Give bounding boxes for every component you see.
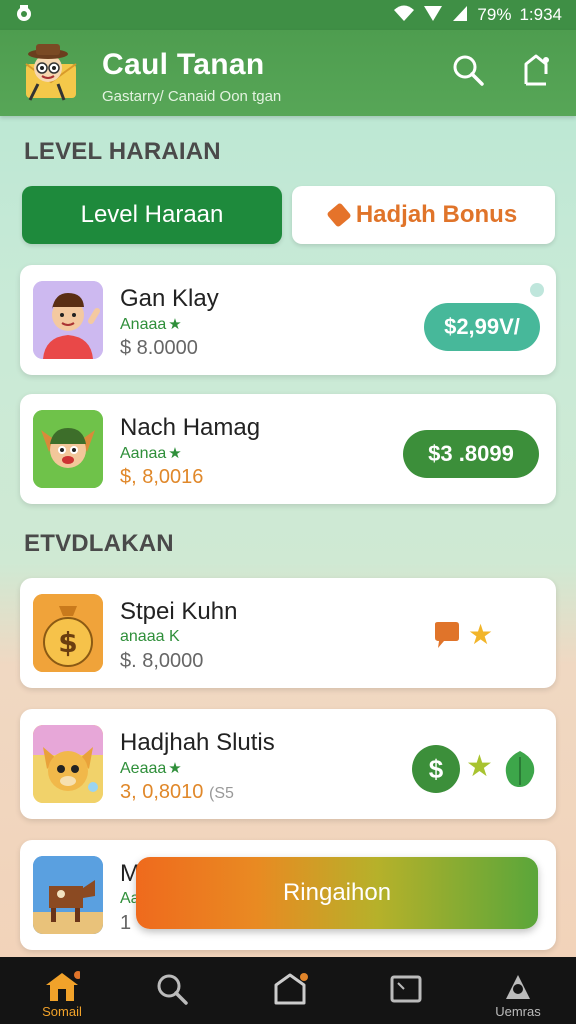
- clock: 1:934: [519, 5, 562, 24]
- price-button[interactable]: $2,99V/: [424, 303, 540, 351]
- item-price: $. 8,0000: [120, 650, 204, 672]
- cta-button[interactable]: Ringaihon: [136, 857, 538, 929]
- mascot-logo: [20, 38, 80, 104]
- status-bar: 79% 1:934: [0, 0, 576, 30]
- section-title-etvdlakan: ETVDLAKAN: [24, 530, 174, 557]
- nav-gallery[interactable]: [366, 957, 446, 1024]
- app-title: Caul Tanan: [102, 48, 265, 81]
- bottom-nav: Somail Uemras: [0, 957, 576, 1024]
- star-icon[interactable]: ★: [468, 620, 493, 650]
- leaf-icon[interactable]: [502, 749, 538, 794]
- star-icon[interactable]: ★: [466, 751, 493, 783]
- item-name: Gan Klay: [120, 285, 219, 312]
- tab-hadjah-bonus[interactable]: Hadjah Bonus: [292, 186, 555, 244]
- home-icon: [46, 971, 80, 1001]
- cow-icon: [33, 856, 103, 934]
- dollar-icon[interactable]: $: [412, 745, 460, 793]
- search-icon: [157, 974, 188, 1005]
- item-subtitle: Anaaa ★: [120, 316, 182, 333]
- nav-label: Uemras: [495, 1004, 541, 1019]
- item-name: Hadjhah Slutis: [120, 729, 275, 756]
- tag-icon: [326, 202, 352, 228]
- wifi-icon: [393, 4, 415, 27]
- cell-bars-icon: [451, 4, 469, 27]
- search-icon[interactable]: [450, 52, 486, 88]
- tab-label: Hadjah Bonus: [355, 201, 518, 228]
- tab-level-haraan[interactable]: Level Haraan: [22, 186, 282, 244]
- list-item[interactable]: Hadjhah Slutis Aeaaa ★ 3, 0,8010 (S5 $ ★: [20, 709, 556, 819]
- nav-home[interactable]: Somail: [22, 957, 102, 1024]
- app-subtitle: Gastarry/ Canaid Oon tgan: [102, 88, 282, 105]
- item-price: 1: [120, 912, 132, 934]
- share-icon[interactable]: [518, 52, 554, 88]
- item-subtitle: anaaa K: [120, 628, 180, 645]
- profile-icon: [506, 975, 530, 999]
- house-outline-icon: [274, 973, 308, 1005]
- nav-label: Somail: [42, 1004, 82, 1019]
- list-item[interactable]: $ Stpei Kuhn anaaa K $. 8,0000 ★: [20, 578, 556, 688]
- app-bar: Caul Tanan Gastarry/ Canaid Oon tgan: [0, 30, 576, 116]
- item-subtitle: Aeaaa ★: [120, 760, 182, 777]
- item-subtitle: Aanaa ★: [120, 445, 182, 462]
- item-price: 3, 0,8010 (S5: [120, 781, 234, 803]
- tab-label: Level Haraan: [80, 201, 224, 228]
- notification-icon: [14, 3, 34, 28]
- item-price: $ 8.0000: [120, 337, 198, 359]
- list-item[interactable]: Nach Hamag Aanaa ★ $, 8,0016 $3 .8099: [20, 394, 556, 504]
- star-icon: ★: [168, 316, 182, 333]
- price-button[interactable]: $3 .8099: [403, 430, 539, 478]
- svg-text:$: $: [58, 626, 77, 659]
- battery-level: 79%: [477, 5, 512, 24]
- item-name: Stpei Kuhn: [120, 598, 238, 625]
- indicator-dot: [530, 283, 544, 297]
- item-price: $, 8,0016: [120, 466, 204, 488]
- section-title-level: LEVEL HARAIAN: [24, 138, 221, 165]
- chat-icon[interactable]: [432, 620, 462, 655]
- avatar: [33, 410, 103, 488]
- avatar: [33, 725, 103, 803]
- avatar: [33, 281, 103, 359]
- nav-search[interactable]: [132, 957, 212, 1024]
- money-bag-icon: $: [33, 594, 103, 672]
- item-name: Nach Hamag: [120, 414, 261, 441]
- star-icon: ★: [168, 760, 182, 777]
- nav-profile[interactable]: Uemras: [478, 957, 558, 1024]
- nav-house[interactable]: [250, 957, 330, 1024]
- list-item[interactable]: Gan Klay Anaaa ★ $ 8.0000 $2,99V/: [20, 265, 556, 375]
- star-icon: ★: [168, 445, 182, 462]
- picture-icon: [390, 975, 422, 1003]
- signal-icon: [423, 4, 443, 27]
